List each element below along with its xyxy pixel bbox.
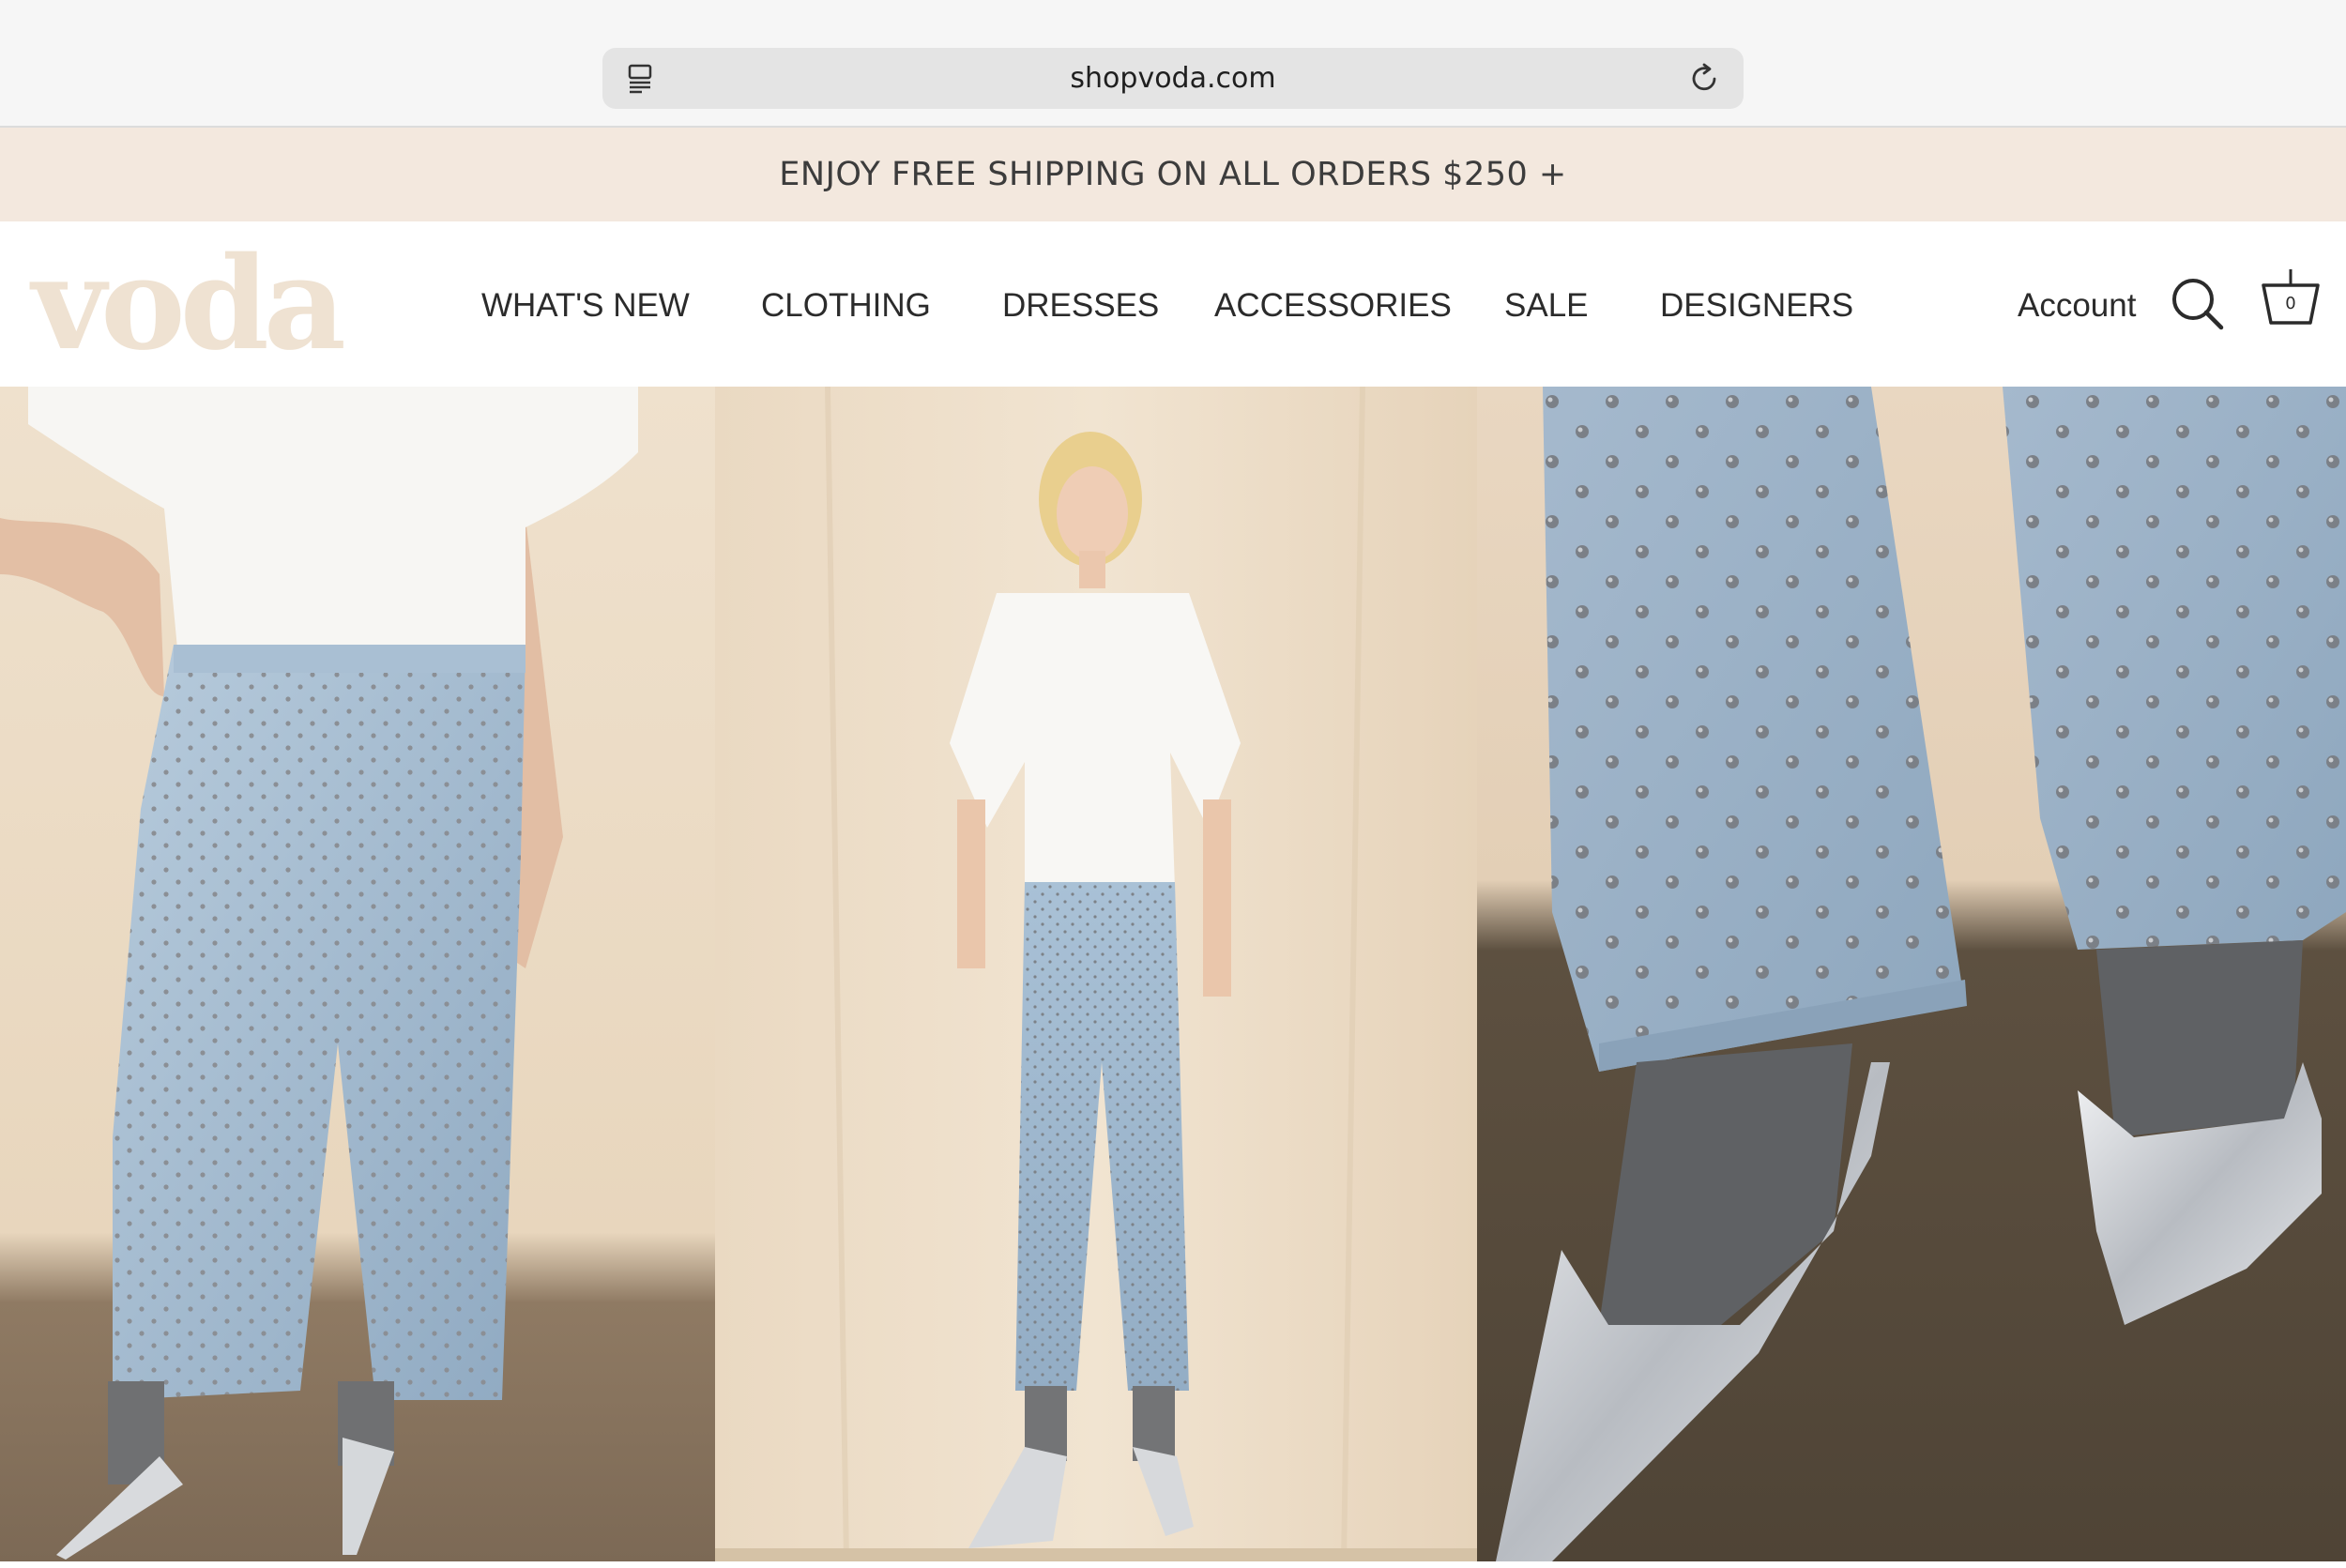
nav-item-clothing[interactable]: CLOTHING [761,278,931,334]
logo-text: voda [32,229,346,379]
hero-image-studded-jeans-torso[interactable] [0,387,715,1561]
address-bar[interactable]: shopvoda.com [602,48,1744,109]
reload-icon[interactable] [1687,62,1721,96]
hero-image-model-full-length[interactable] [715,387,1477,1561]
nav-item-accessories[interactable]: ACCESSORIES [1214,278,1452,334]
announcement-bar[interactable]: ENJOY FREE SHIPPING ON ALL ORDERS $250 + [0,128,2346,221]
nav-item-sale[interactable]: SALE [1504,278,1589,334]
nav-item-dresses[interactable]: DRESSES [1002,278,1159,334]
voda-logo[interactable]: voda [32,238,370,370]
account-link[interactable]: Account [2018,278,2136,334]
nav-item-designers[interactable]: DESIGNERS [1660,278,1853,334]
hero-image-jeans-hem-silver-heels[interactable] [1477,387,2346,1561]
search-icon[interactable] [2170,276,2226,332]
nav-item-whats-new[interactable]: WHAT'S NEW [481,278,690,334]
url-text[interactable]: shopvoda.com [602,48,1744,109]
cart-count-badge[interactable]: 0 [2260,291,2322,317]
browser-toolbar: shopvoda.com [0,0,2346,128]
page-bottom-edge [0,1561,2346,1568]
